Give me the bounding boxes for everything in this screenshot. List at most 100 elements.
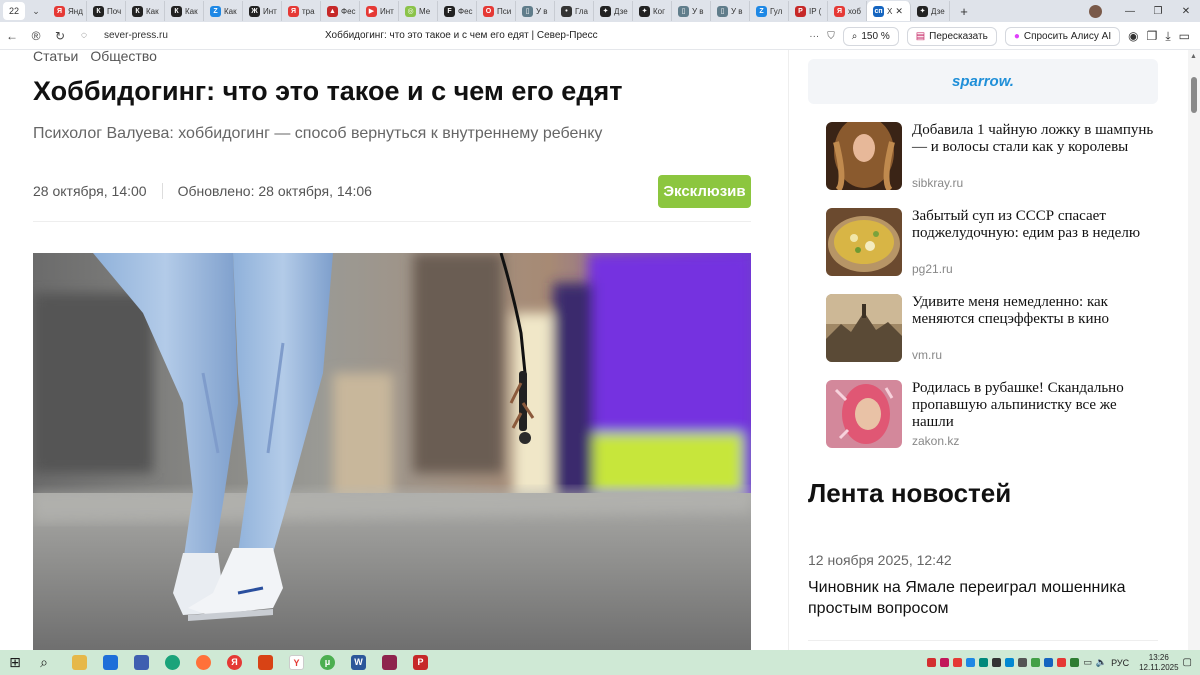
browser-tab[interactable]: F Фес — [438, 1, 477, 21]
teaser-item[interactable]: Родилась в рубашке! Скандально пропавшую… — [826, 380, 1156, 450]
browser-tab[interactable]: К Поч — [87, 1, 126, 21]
tray-app-icon[interactable] — [1070, 658, 1080, 667]
tray-app-icon[interactable] — [1031, 658, 1041, 667]
tab-label: Как — [224, 6, 237, 16]
downloads-icon[interactable]: ⤓ — [1165, 29, 1170, 44]
browser-tab[interactable]: Я Янд — [48, 1, 87, 21]
browser-tab[interactable]: ▲ Фес — [321, 1, 360, 21]
exclusive-badge[interactable]: Эксклюзив — [658, 175, 751, 208]
ask-alice-button[interactable]: ● Спросить Алису AI — [1004, 26, 1121, 46]
winrar-icon[interactable] — [374, 650, 405, 675]
scrollbar-thumb[interactable] — [1191, 77, 1197, 113]
notification-icon[interactable]: ▢ — [1183, 657, 1192, 668]
browser-tab[interactable]: ▶ Инт — [360, 1, 399, 21]
close-tab-icon[interactable]: ✕ — [895, 6, 903, 17]
tray-yandex-icon[interactable] — [1057, 658, 1067, 667]
protect-icon[interactable]: ® — [24, 29, 48, 43]
page-scrollbar[interactable]: ▲ — [1188, 50, 1200, 650]
language-indicator[interactable]: РУС — [1111, 658, 1129, 668]
restore-icon[interactable]: ❐ — [1144, 6, 1172, 17]
taskbar-search-icon[interactable]: ⌕ — [30, 654, 58, 671]
minimize-icon[interactable]: — — [1116, 6, 1144, 17]
pdf-app-icon[interactable]: P — [405, 650, 436, 675]
more-dots-icon[interactable]: ··· — [809, 31, 819, 42]
browser-tab[interactable]: Z Как — [204, 1, 243, 21]
browser-tab[interactable]: К Как — [165, 1, 204, 21]
tab-counter[interactable]: 22 — [3, 2, 25, 20]
browser-tab[interactable]: ✦ Дзе — [594, 1, 633, 21]
breadcrumb-item-articles[interactable]: Статьи — [33, 50, 78, 64]
tray-app-icon[interactable] — [966, 658, 976, 667]
tray-app-icon[interactable] — [940, 658, 950, 667]
browser-tab-active[interactable]: сп Х ✕ — [867, 1, 911, 21]
browser-tab[interactable]: Яхоб — [828, 1, 867, 21]
utorrent-icon[interactable]: μ — [312, 650, 343, 675]
windows-start-icon[interactable]: ⊞ — [0, 654, 30, 671]
new-tab-plus-icon[interactable]: + — [954, 2, 974, 20]
news-feed-headline[interactable]: Чиновник на Ямале переиграл мошенника пр… — [808, 577, 1158, 619]
url-domain[interactable]: sever-press.ru — [104, 30, 168, 41]
tray-app-icon[interactable] — [992, 658, 1002, 667]
teaser-thumbnail[interactable] — [826, 208, 902, 276]
browser-tab[interactable]: Ж Инт — [243, 1, 282, 21]
browser-tab[interactable]: ▯ У в — [672, 1, 711, 21]
tray-app-icon[interactable] — [979, 658, 989, 667]
word-icon[interactable]: W — [343, 650, 374, 675]
browser-tab[interactable]: Z Гул — [750, 1, 789, 21]
browser-tab[interactable]: ◎ Ме — [399, 1, 438, 21]
retell-button[interactable]: ▤ Пересказать — [906, 26, 997, 46]
teaser-headline[interactable]: Добавила 1 чайную ложку в шампунь — и во… — [912, 122, 1156, 156]
file-explorer-icon[interactable] — [64, 650, 95, 675]
shield-icon[interactable]: ◌ — [72, 30, 96, 41]
teaser-headline[interactable]: Родилась в рубашке! Скандально пропавшую… — [912, 380, 1156, 431]
teaser-item[interactable]: Забытый суп из СССР спасает поджелудочну… — [826, 208, 1156, 278]
browser-tab[interactable]: P IP ( — [789, 1, 828, 21]
tray-app-icon[interactable] — [953, 658, 963, 667]
browser-tab[interactable]: ▯ У в — [711, 1, 750, 21]
vpn-icon[interactable]: ◉ — [1128, 29, 1138, 43]
system-clock[interactable]: 13:26 12.11.2025 — [1139, 653, 1178, 673]
yandex-browser-icon[interactable]: Y — [281, 650, 312, 675]
browser-tab[interactable]: • Гла — [555, 1, 594, 21]
store-icon[interactable] — [95, 650, 126, 675]
browser-tab[interactable]: ▯ У в — [516, 1, 555, 21]
teaser-thumbnail[interactable] — [826, 122, 902, 190]
teaser-headline[interactable]: Забытый суп из СССР спасает поджелудочну… — [912, 208, 1156, 242]
network-icon[interactable]: ▭ — [1083, 657, 1092, 668]
page-title-in-url[interactable]: Хоббидогинг: что это такое и с чем его е… — [325, 30, 598, 41]
reload-icon[interactable]: ↻ — [48, 29, 72, 43]
bookmark-icon[interactable]: ⛉ — [827, 31, 835, 42]
profile-avatar[interactable] — [1089, 4, 1102, 18]
collections-icon[interactable]: ❐ — [1147, 29, 1158, 43]
browser-tab[interactable]: ✦ Ког — [633, 1, 672, 21]
zoom-indicator[interactable]: ⌕ 150 % — [842, 26, 899, 46]
shield-red-icon[interactable] — [250, 650, 281, 675]
extensions-icon[interactable]: ▭ — [1179, 29, 1190, 43]
tray-app-icon[interactable] — [1044, 658, 1054, 667]
tray-app-icon[interactable] — [1018, 658, 1028, 667]
back-arrow-icon[interactable]: ← — [0, 29, 24, 43]
tray-app-icon[interactable] — [927, 658, 937, 667]
browser-tab[interactable]: К Как — [126, 1, 165, 21]
close-window-icon[interactable]: ✕ — [1172, 6, 1200, 17]
yandex-icon[interactable]: Я — [219, 650, 250, 675]
tray-telegram-icon[interactable] — [1005, 658, 1015, 667]
teaser-item[interactable]: Удивите меня немедленно: как меняются сп… — [826, 294, 1156, 364]
volume-icon[interactable]: 🔈 — [1096, 657, 1107, 668]
teaser-headline[interactable]: Удивите меня немедленно: как меняются сп… — [912, 294, 1156, 328]
ad-banner-sparrow[interactable]: sparrow. — [808, 59, 1158, 104]
browser-tab[interactable]: ✦ Дзе — [911, 1, 950, 21]
tab-favicon-icon: ✦ — [639, 5, 650, 17]
firefox-icon[interactable] — [188, 650, 219, 675]
teaser-item[interactable]: Добавила 1 чайную ложку в шампунь — и во… — [826, 122, 1156, 192]
scroll-up-arrow-icon[interactable]: ▲ — [1190, 53, 1197, 60]
browser-tab[interactable]: Ятра — [282, 1, 321, 21]
published-date: 28 октября, 14:00 — [33, 183, 147, 199]
edge-icon[interactable] — [157, 650, 188, 675]
shield-app-icon[interactable] — [126, 650, 157, 675]
breadcrumb-item-society[interactable]: Общество — [90, 50, 157, 64]
teaser-thumbnail[interactable] — [826, 294, 902, 362]
tab-list-chevron-icon[interactable]: ⌄ — [28, 2, 44, 20]
teaser-thumbnail[interactable] — [826, 380, 902, 448]
browser-tab[interactable]: O Пси — [477, 1, 516, 21]
